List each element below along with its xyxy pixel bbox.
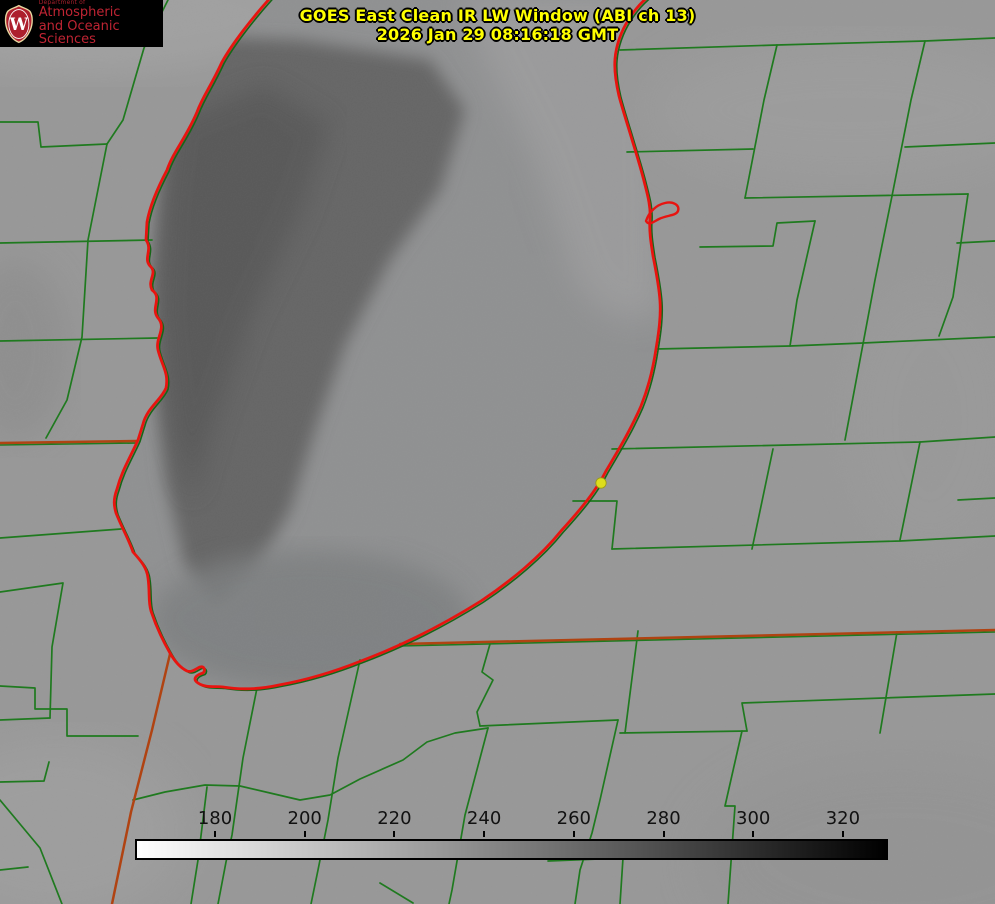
colorbar-tick-label: 300 [736,808,771,829]
crest-letter: W [9,14,29,34]
colorbar-tick [303,831,306,837]
sensor-grain-overlay [0,0,995,904]
uw-crest-icon: W [4,4,33,43]
colorbar-tick [752,831,755,837]
logo-name-line1: Atmospheric [38,5,121,21]
colorbar-tick [483,831,486,837]
location-marker [595,477,607,489]
colorbar-tick [214,831,216,837]
colorbar-gradient [135,839,888,860]
colorbar-tick-label: 240 [466,808,502,829]
satellite-image[interactable] [0,0,995,904]
logo-name-line2: and Oceanic Sciences [38,18,120,48]
colorbar-tick-label: 220 [377,808,412,829]
colorbar-tick-label: 260 [556,808,591,829]
uw-aos-logo[interactable]: W Department of Atmospheric and Oceanic … [0,0,163,47]
colorbar-tick [841,831,844,837]
colorbar-tick [572,831,575,837]
colorbar-tick-label: 180 [197,808,233,829]
colorbar-tick-label: 280 [646,808,681,829]
colorbar-tick-label: 200 [287,808,322,829]
colorbar-tick [662,831,665,837]
logo-text: Department of Atmospheric and Oceanic Sc… [39,0,163,47]
colorbar-tick [393,831,396,837]
satellite-viewer: W Department of Atmospheric and Oceanic … [0,0,995,904]
colorbar-tick-label: 320 [825,808,861,829]
